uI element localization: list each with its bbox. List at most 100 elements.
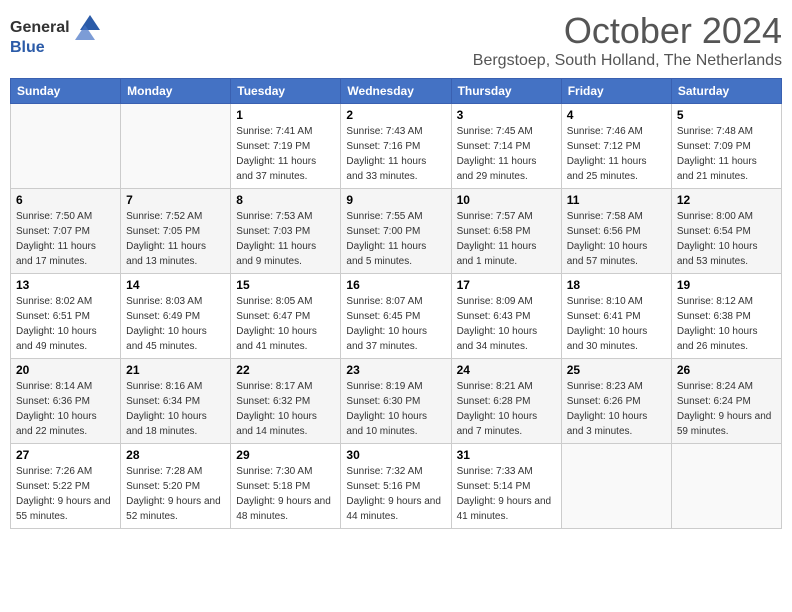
day-number: 12 — [677, 193, 776, 207]
day-info: Sunrise: 7:43 AMSunset: 7:16 PMDaylight:… — [346, 124, 445, 184]
calendar-cell: 14Sunrise: 8:03 AMSunset: 6:49 PMDayligh… — [121, 274, 231, 359]
day-info: Sunrise: 7:28 AMSunset: 5:20 PMDaylight:… — [126, 464, 225, 524]
calendar-cell: 24 Sunrise: 8:21 AMSunset: 6:28 PMDayligh… — [451, 359, 561, 444]
calendar-cell: 28 Sunrise: 7:28 AMSunset: 5:20 PMDayligh… — [121, 444, 231, 529]
day-number: 5 — [677, 108, 776, 122]
day-info: Sunrise: 7:41 AMSunset: 7:19 PMDaylight:… — [236, 124, 335, 184]
header: General Blue October 2024 Bergstoep, Sou… — [10, 10, 782, 70]
calendar-cell: 22Sunrise: 8:17 AMSunset: 6:32 PMDayligh… — [231, 359, 341, 444]
day-number: 15 — [236, 278, 335, 292]
day-number: 29 — [236, 448, 335, 462]
calendar-cell: 26 Sunrise: 8:24 AMSunset: 6:24 PMDayligh… — [671, 359, 781, 444]
column-header-saturday: Saturday — [671, 79, 781, 104]
day-number: 1 — [236, 108, 335, 122]
day-info: Sunrise: 7:33 AMSunset: 5:14 PMDaylight:… — [457, 464, 556, 524]
day-info: Sunrise: 7:45 AMSunset: 7:14 PMDaylight:… — [457, 124, 556, 184]
day-number: 26 — [677, 363, 776, 377]
calendar-cell: 9Sunrise: 7:55 AMSunset: 7:00 PMDaylight… — [341, 189, 451, 274]
calendar-cell: 30 Sunrise: 7:32 AMSunset: 5:16 PMDayligh… — [341, 444, 451, 529]
day-number: 31 — [457, 448, 556, 462]
month-year-title: October 2024 — [473, 10, 782, 52]
day-info: Sunrise: 7:50 AMSunset: 7:07 PMDaylight:… — [16, 209, 115, 269]
column-header-monday: Monday — [121, 79, 231, 104]
calendar-week-row: 6Sunrise: 7:50 AMSunset: 7:07 PMDaylight… — [11, 189, 782, 274]
day-info: Sunrise: 7:46 AMSunset: 7:12 PMDaylight:… — [567, 124, 666, 184]
svg-text:Blue: Blue — [10, 39, 45, 56]
calendar-cell: 20 Sunrise: 8:14 AMSunset: 6:36 PMDayligh… — [11, 359, 121, 444]
calendar-cell: 29 Sunrise: 7:30 AMSunset: 5:18 PMDayligh… — [231, 444, 341, 529]
title-section: October 2024 Bergstoep, South Holland, T… — [473, 10, 782, 70]
calendar-week-row: 1 Sunrise: 7:41 AMSunset: 7:19 PMDaylight… — [11, 104, 782, 189]
day-info: Sunrise: 8:03 AMSunset: 6:49 PMDaylight:… — [126, 294, 225, 354]
day-number: 28 — [126, 448, 225, 462]
svg-text:General: General — [10, 19, 70, 36]
calendar-cell: 5Sunrise: 7:48 AMSunset: 7:09 PMDaylight… — [671, 104, 781, 189]
calendar-cell: 27 Sunrise: 7:26 AMSunset: 5:22 PMDayligh… — [11, 444, 121, 529]
calendar-cell: 6Sunrise: 7:50 AMSunset: 7:07 PMDaylight… — [11, 189, 121, 274]
column-header-wednesday: Wednesday — [341, 79, 451, 104]
day-number: 16 — [346, 278, 445, 292]
day-info: Sunrise: 8:12 AMSunset: 6:38 PMDaylight:… — [677, 294, 776, 354]
day-number: 18 — [567, 278, 666, 292]
calendar-cell — [671, 444, 781, 529]
day-number: 2 — [346, 108, 445, 122]
day-info: Sunrise: 7:55 AMSunset: 7:00 PMDaylight:… — [346, 209, 445, 269]
logo: General Blue — [10, 10, 100, 65]
calendar-cell: 19Sunrise: 8:12 AMSunset: 6:38 PMDayligh… — [671, 274, 781, 359]
day-info: Sunrise: 8:19 AMSunset: 6:30 PMDaylight:… — [346, 379, 445, 439]
calendar-cell: 17Sunrise: 8:09 AMSunset: 6:43 PMDayligh… — [451, 274, 561, 359]
day-info: Sunrise: 8:05 AMSunset: 6:47 PMDaylight:… — [236, 294, 335, 354]
calendar-cell: 2 Sunrise: 7:43 AMSunset: 7:16 PMDaylight… — [341, 104, 451, 189]
day-number: 20 — [16, 363, 115, 377]
calendar-cell: 25Sunrise: 8:23 AMSunset: 6:26 PMDayligh… — [561, 359, 671, 444]
calendar-cell: 4 Sunrise: 7:46 AMSunset: 7:12 PMDaylight… — [561, 104, 671, 189]
day-info: Sunrise: 7:53 AMSunset: 7:03 PMDaylight:… — [236, 209, 335, 269]
day-info: Sunrise: 7:57 AMSunset: 6:58 PMDaylight:… — [457, 209, 556, 269]
calendar-table: SundayMondayTuesdayWednesdayThursdayFrid… — [10, 78, 782, 529]
day-info: Sunrise: 7:58 AMSunset: 6:56 PMDaylight:… — [567, 209, 666, 269]
calendar-cell: 23Sunrise: 8:19 AMSunset: 6:30 PMDayligh… — [341, 359, 451, 444]
day-info: Sunrise: 7:52 AMSunset: 7:05 PMDaylight:… — [126, 209, 225, 269]
calendar-cell: 18 Sunrise: 8:10 AMSunset: 6:41 PMDayligh… — [561, 274, 671, 359]
calendar-cell — [11, 104, 121, 189]
day-number: 3 — [457, 108, 556, 122]
calendar-cell: 11Sunrise: 7:58 AMSunset: 6:56 PMDayligh… — [561, 189, 671, 274]
calendar-cell: 21Sunrise: 8:16 AMSunset: 6:34 PMDayligh… — [121, 359, 231, 444]
logo-icon: General Blue — [10, 10, 100, 65]
calendar-cell: 10 Sunrise: 7:57 AMSunset: 6:58 PMDayligh… — [451, 189, 561, 274]
calendar-cell: 16Sunrise: 8:07 AMSunset: 6:45 PMDayligh… — [341, 274, 451, 359]
calendar-cell: 12 Sunrise: 8:00 AMSunset: 6:54 PMDayligh… — [671, 189, 781, 274]
calendar-header-row: SundayMondayTuesdayWednesdayThursdayFrid… — [11, 79, 782, 104]
calendar-cell: 15 Sunrise: 8:05 AMSunset: 6:47 PMDayligh… — [231, 274, 341, 359]
column-header-tuesday: Tuesday — [231, 79, 341, 104]
day-number: 13 — [16, 278, 115, 292]
day-info: Sunrise: 8:00 AMSunset: 6:54 PMDaylight:… — [677, 209, 776, 269]
day-number: 7 — [126, 193, 225, 207]
calendar-cell: 8 Sunrise: 7:53 AMSunset: 7:03 PMDaylight… — [231, 189, 341, 274]
day-info: Sunrise: 8:24 AMSunset: 6:24 PMDaylight:… — [677, 379, 776, 439]
day-number: 10 — [457, 193, 556, 207]
calendar-week-row: 20 Sunrise: 8:14 AMSunset: 6:36 PMDayligh… — [11, 359, 782, 444]
day-info: Sunrise: 8:09 AMSunset: 6:43 PMDaylight:… — [457, 294, 556, 354]
day-info: Sunrise: 7:26 AMSunset: 5:22 PMDaylight:… — [16, 464, 115, 524]
column-header-thursday: Thursday — [451, 79, 561, 104]
day-info: Sunrise: 8:14 AMSunset: 6:36 PMDaylight:… — [16, 379, 115, 439]
day-info: Sunrise: 8:21 AMSunset: 6:28 PMDaylight:… — [457, 379, 556, 439]
day-info: Sunrise: 7:32 AMSunset: 5:16 PMDaylight:… — [346, 464, 445, 524]
calendar-cell: 13 Sunrise: 8:02 AMSunset: 6:51 PMDayligh… — [11, 274, 121, 359]
day-number: 8 — [236, 193, 335, 207]
location-subtitle: Bergstoep, South Holland, The Netherland… — [473, 52, 782, 70]
calendar-week-row: 13 Sunrise: 8:02 AMSunset: 6:51 PMDayligh… — [11, 274, 782, 359]
column-header-sunday: Sunday — [11, 79, 121, 104]
day-info: Sunrise: 8:02 AMSunset: 6:51 PMDaylight:… — [16, 294, 115, 354]
day-number: 25 — [567, 363, 666, 377]
day-number: 22 — [236, 363, 335, 377]
day-number: 30 — [346, 448, 445, 462]
calendar-cell — [561, 444, 671, 529]
day-number: 24 — [457, 363, 556, 377]
day-info: Sunrise: 8:10 AMSunset: 6:41 PMDaylight:… — [567, 294, 666, 354]
day-number: 27 — [16, 448, 115, 462]
day-info: Sunrise: 7:30 AMSunset: 5:18 PMDaylight:… — [236, 464, 335, 524]
day-number: 4 — [567, 108, 666, 122]
calendar-week-row: 27 Sunrise: 7:26 AMSunset: 5:22 PMDayligh… — [11, 444, 782, 529]
